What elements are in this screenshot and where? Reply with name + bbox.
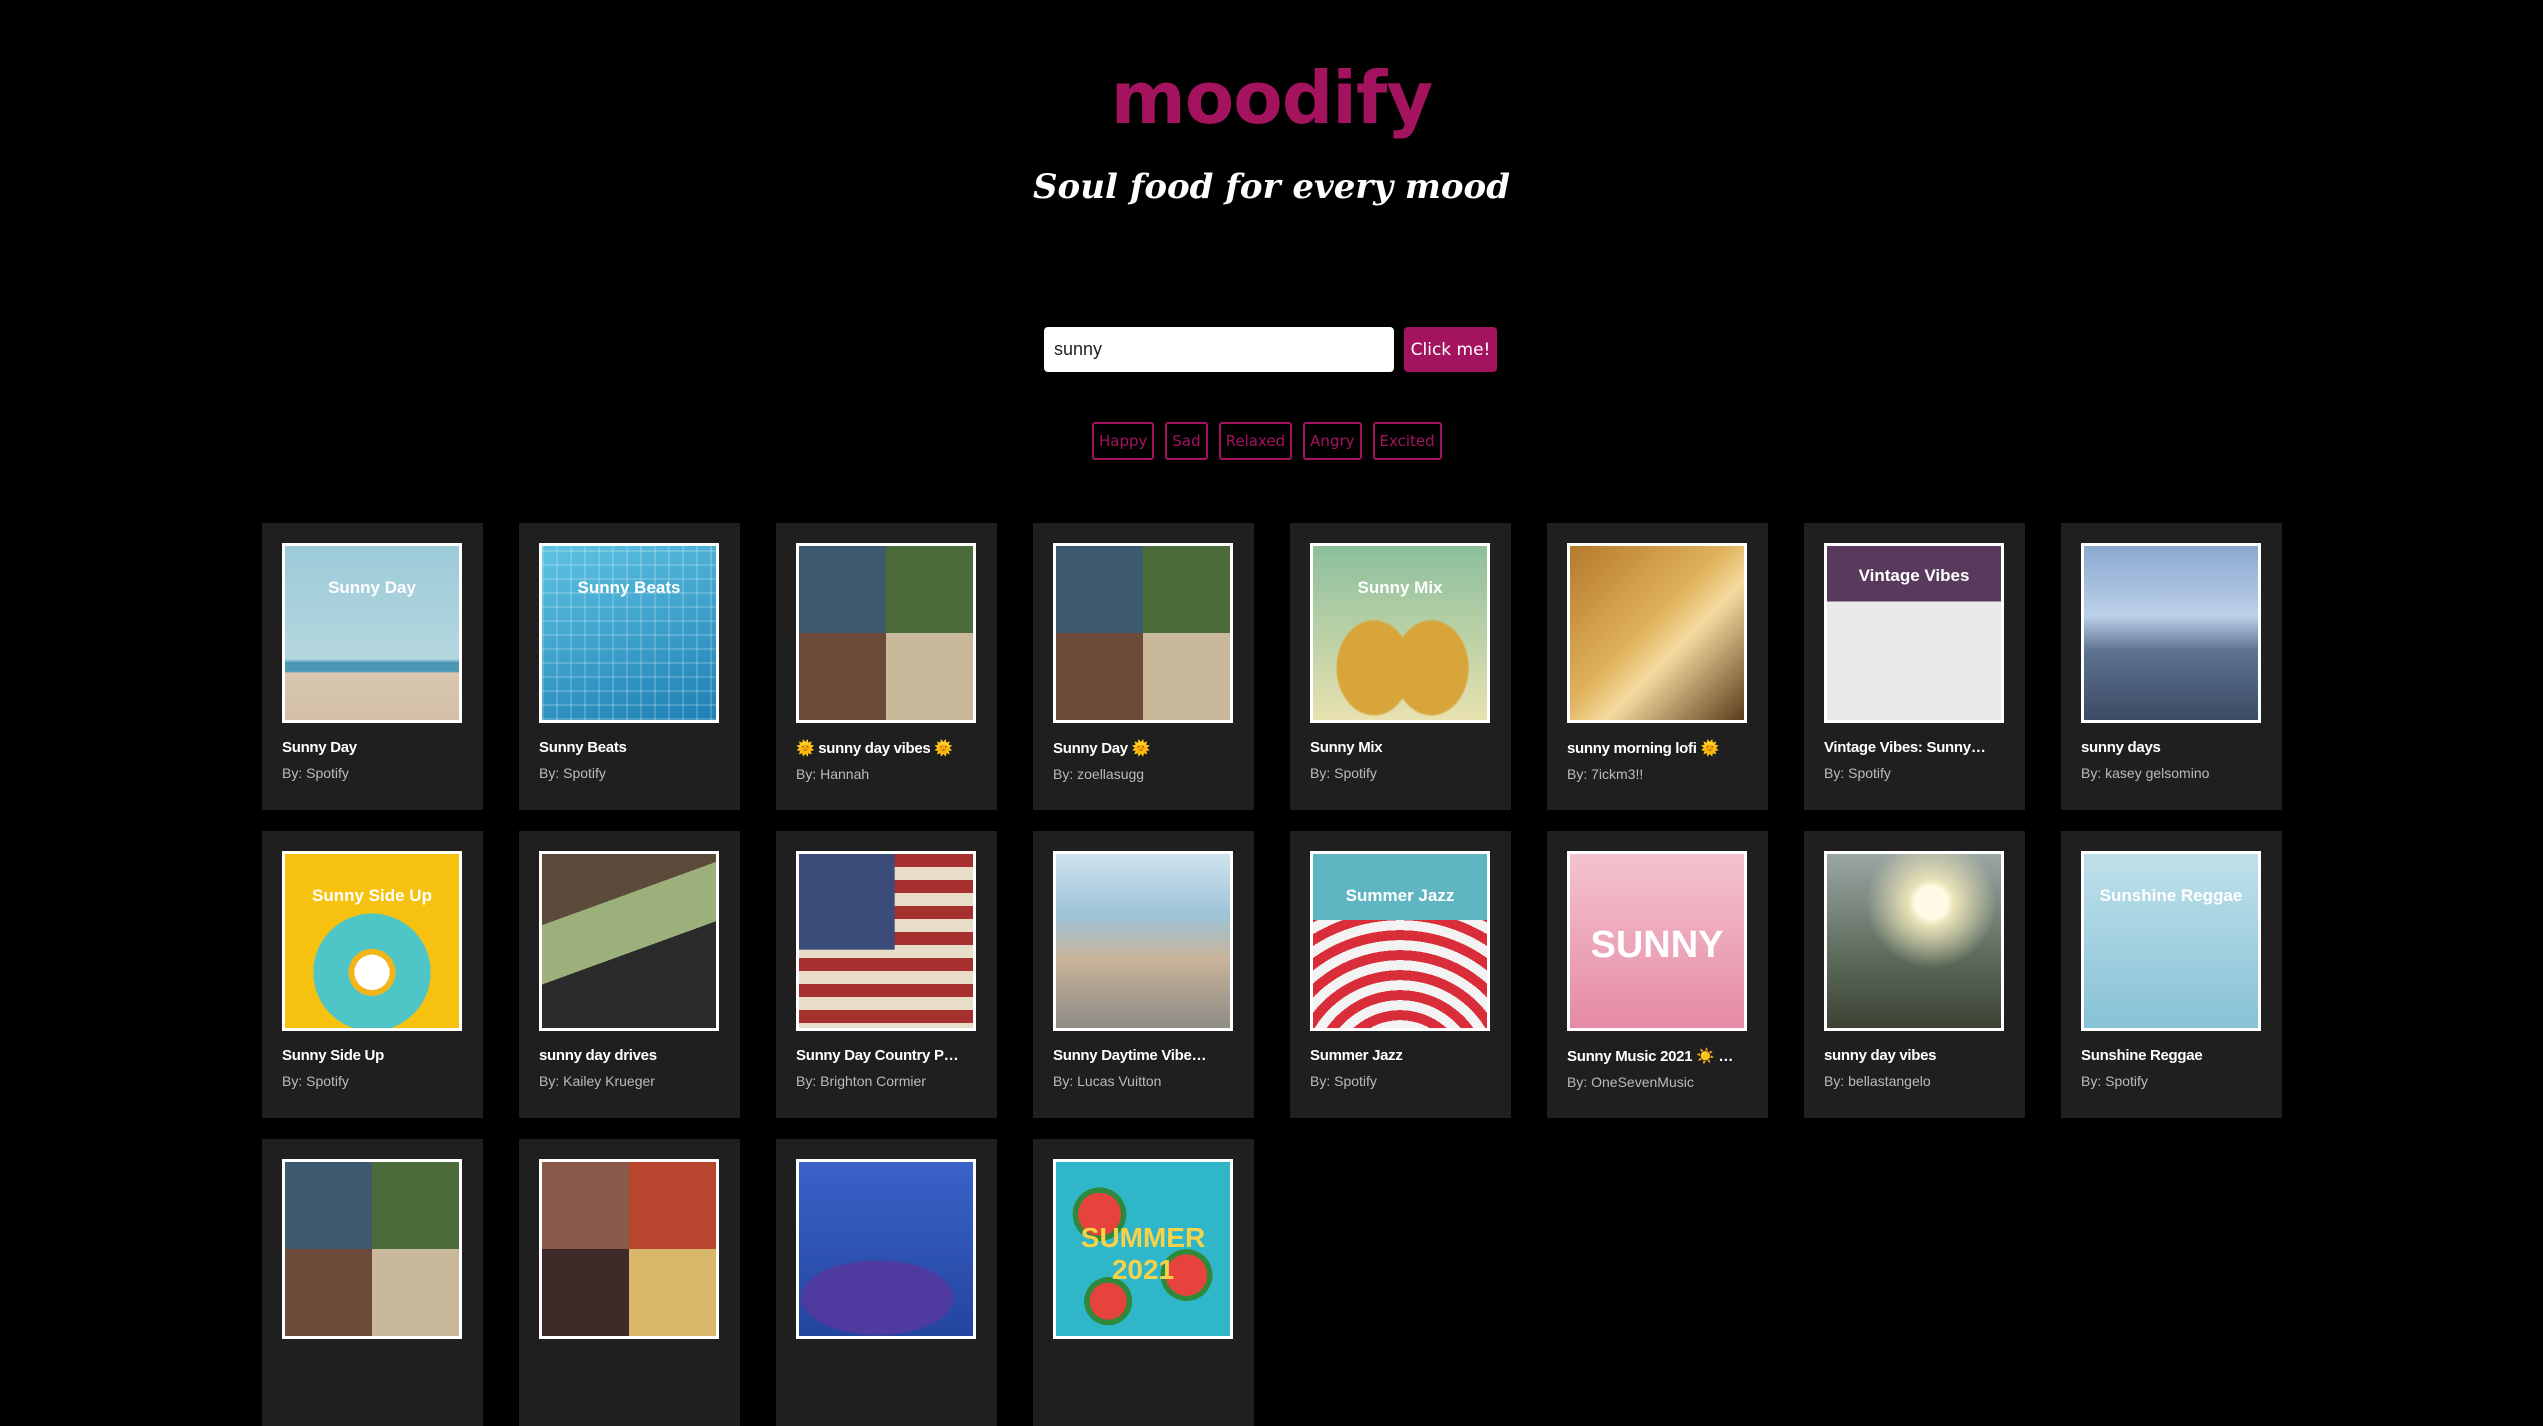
playlist-title: sunny day vibes	[1824, 1047, 1937, 1064]
playlist-card[interactable]: Sunny Side Up Sunny Side Up By: Spotify	[262, 831, 483, 1118]
playlist-cover-image: Sunshine Reggae	[2081, 851, 2261, 1031]
playlist-card[interactable]: Sunshine Reggae Sunshine Reggae By: Spotif…	[2061, 831, 2282, 1118]
playlist-card[interactable]: sunny morning lofi 🌞 By: 7ickm3!!	[1547, 523, 1768, 810]
playlist-card[interactable]: Sunny Day Country P… By: Brighton Cormier	[776, 831, 997, 1118]
playlist-title: Sunny Day Country P…	[796, 1047, 959, 1064]
playlist-card[interactable]: sunny day drives By: Kailey Krueger	[519, 831, 740, 1118]
playlist-owner: By: Kailey Krueger	[539, 1073, 655, 1089]
mood-button-relaxed[interactable]: Relaxed	[1218, 422, 1293, 460]
playlist-cover-image: Summer Jazz	[1310, 851, 1490, 1031]
playlist-cover-image: SUMMER 2021	[1053, 1159, 1233, 1339]
playlist-card[interactable]: Sunny Daytime Vibe… By: Lucas Vuitton	[1033, 831, 1254, 1118]
playlist-card[interactable]: Vintage Vibes Vintage Vibes: Sunny… By: Sp…	[1804, 523, 2025, 810]
playlist-owner: By: kasey gelsomino	[2081, 765, 2210, 781]
playlist-cover-image: SUNNY	[1567, 851, 1747, 1031]
playlist-card[interactable]: SUNNY Sunny Music 2021 ☀️ … By: OneSevenMu…	[1547, 831, 1768, 1118]
playlist-title: 🌞 sunny day vibes 🌞	[796, 740, 953, 757]
playlist-cover-image	[1053, 851, 1233, 1031]
playlist-cover-text: Sunny Side Up	[312, 886, 432, 905]
playlist-cover-image	[796, 851, 976, 1031]
playlist-cover-image: Sunny Beats	[539, 543, 719, 723]
playlist-cover-image	[1567, 543, 1747, 723]
playlist-card[interactable]: Sunny Day 🌞 By: zoellasugg	[1033, 523, 1254, 810]
playlist-card[interactable]: Sunny Beats Sunny Beats By: Spotify	[519, 523, 740, 810]
playlist-grid: Sunny Day Sunny Day By: Spotify Sunny Beats…	[262, 523, 2282, 1426]
playlist-title: Vintage Vibes: Sunny…	[1824, 739, 1986, 756]
playlist-card[interactable]: 🌞 sunny day vibes 🌞 By: Hannah	[776, 523, 997, 810]
mood-button-happy[interactable]: Happy	[1092, 422, 1155, 460]
playlist-card[interactable]: Sunny Day Sunny Day By: Spotify	[262, 523, 483, 810]
playlist-card[interactable]	[519, 1139, 740, 1426]
playlist-owner: By: bellastangelo	[1824, 1073, 1931, 1089]
playlist-owner: By: Spotify	[1310, 1073, 1377, 1089]
playlist-owner: By: Spotify	[282, 765, 349, 781]
playlist-title: sunny morning lofi 🌞	[1567, 740, 1719, 757]
playlist-title: Sunny Mix	[1310, 739, 1383, 756]
playlist-owner: By: Lucas Vuitton	[1053, 1073, 1162, 1089]
playlist-owner: By: Hannah	[796, 766, 870, 782]
playlist-cover-image: Vintage Vibes	[1824, 543, 2004, 723]
playlist-owner: By: Spotify	[282, 1073, 349, 1089]
mood-button-angry[interactable]: Angry	[1303, 422, 1362, 460]
playlist-cover-text: Sunny Day	[328, 578, 416, 597]
playlist-cover-text: Sunny Beats	[577, 578, 681, 597]
playlist-title: Sunny Music 2021 ☀️ …	[1567, 1048, 1734, 1065]
playlist-cover-text: Vintage Vibes	[1858, 566, 1970, 585]
playlist-cover-image	[796, 1159, 976, 1339]
tagline: Soul food for every mood	[1033, 167, 1510, 207]
playlist-owner: By: Spotify	[539, 765, 606, 781]
playlist-title: Sunshine Reggae	[2081, 1047, 2203, 1064]
playlist-owner: By: OneSevenMusic	[1567, 1074, 1694, 1090]
playlist-cover-image: Sunny Side Up	[282, 851, 462, 1031]
playlist-title: Sunny Side Up	[282, 1047, 384, 1064]
playlist-cover-text: SUNNY	[1590, 924, 1724, 966]
search-button[interactable]: Click me!	[1404, 327, 1497, 372]
playlist-card[interactable]: sunny day vibes By: bellastangelo	[1804, 831, 2025, 1118]
playlist-card[interactable]	[776, 1139, 997, 1426]
playlist-cover-text: Summer Jazz	[1345, 886, 1455, 905]
playlist-cover-image	[539, 1159, 719, 1339]
playlist-cover-image: Sunny Day	[282, 543, 462, 723]
playlist-owner: By: zoellasugg	[1053, 766, 1145, 782]
playlist-card[interactable]: Summer Jazz Summer Jazz By: Spotify	[1290, 831, 1511, 1118]
playlist-cover-text: Sunshine Reggae	[2099, 886, 2243, 905]
search-bar: Click me!	[1044, 327, 1497, 372]
playlist-card[interactable]	[262, 1139, 483, 1426]
brand-logo: moodify	[1110, 56, 1433, 140]
playlist-owner: By: Brighton Cormier	[796, 1073, 926, 1089]
playlist-cover-image	[1053, 543, 1233, 723]
playlist-title: Sunny Daytime Vibe…	[1053, 1047, 1207, 1064]
playlist-owner: By: 7ickm3!!	[1567, 766, 1644, 782]
playlist-title: sunny day drives	[539, 1047, 657, 1064]
playlist-owner: By: Spotify	[1824, 765, 1891, 781]
mood-button-sad[interactable]: Sad	[1165, 422, 1208, 460]
playlist-card[interactable]: sunny days By: kasey gelsomino	[2061, 523, 2282, 810]
playlist-cover-image	[282, 1159, 462, 1339]
playlist-title: sunny days	[2081, 739, 2161, 756]
mood-button-excited[interactable]: Excited	[1372, 422, 1442, 460]
playlist-owner: By: Spotify	[1310, 765, 1377, 781]
playlist-owner: By: Spotify	[2081, 1073, 2148, 1089]
playlist-cover-text: SUMMER 2021	[1080, 1222, 1206, 1285]
playlist-card[interactable]: SUMMER 2021	[1033, 1139, 1254, 1426]
mood-buttons: Happy Sad Relaxed Angry Excited	[1092, 422, 1442, 460]
playlist-cover-image	[796, 543, 976, 723]
playlist-cover-image	[2081, 543, 2261, 723]
playlist-title: Summer Jazz	[1310, 1047, 1403, 1064]
playlist-title: Sunny Day 🌞	[1053, 740, 1151, 757]
playlist-title: Sunny Beats	[539, 739, 627, 756]
playlist-cover-image: Sunny Mix	[1310, 543, 1490, 723]
playlist-cover-text: Sunny Mix	[1357, 578, 1443, 597]
playlist-title: Sunny Day	[282, 739, 357, 756]
search-input[interactable]	[1044, 327, 1394, 372]
playlist-cover-image	[1824, 851, 2004, 1031]
playlist-card[interactable]: Sunny Mix Sunny Mix By: Spotify	[1290, 523, 1511, 810]
playlist-cover-image	[539, 851, 719, 1031]
